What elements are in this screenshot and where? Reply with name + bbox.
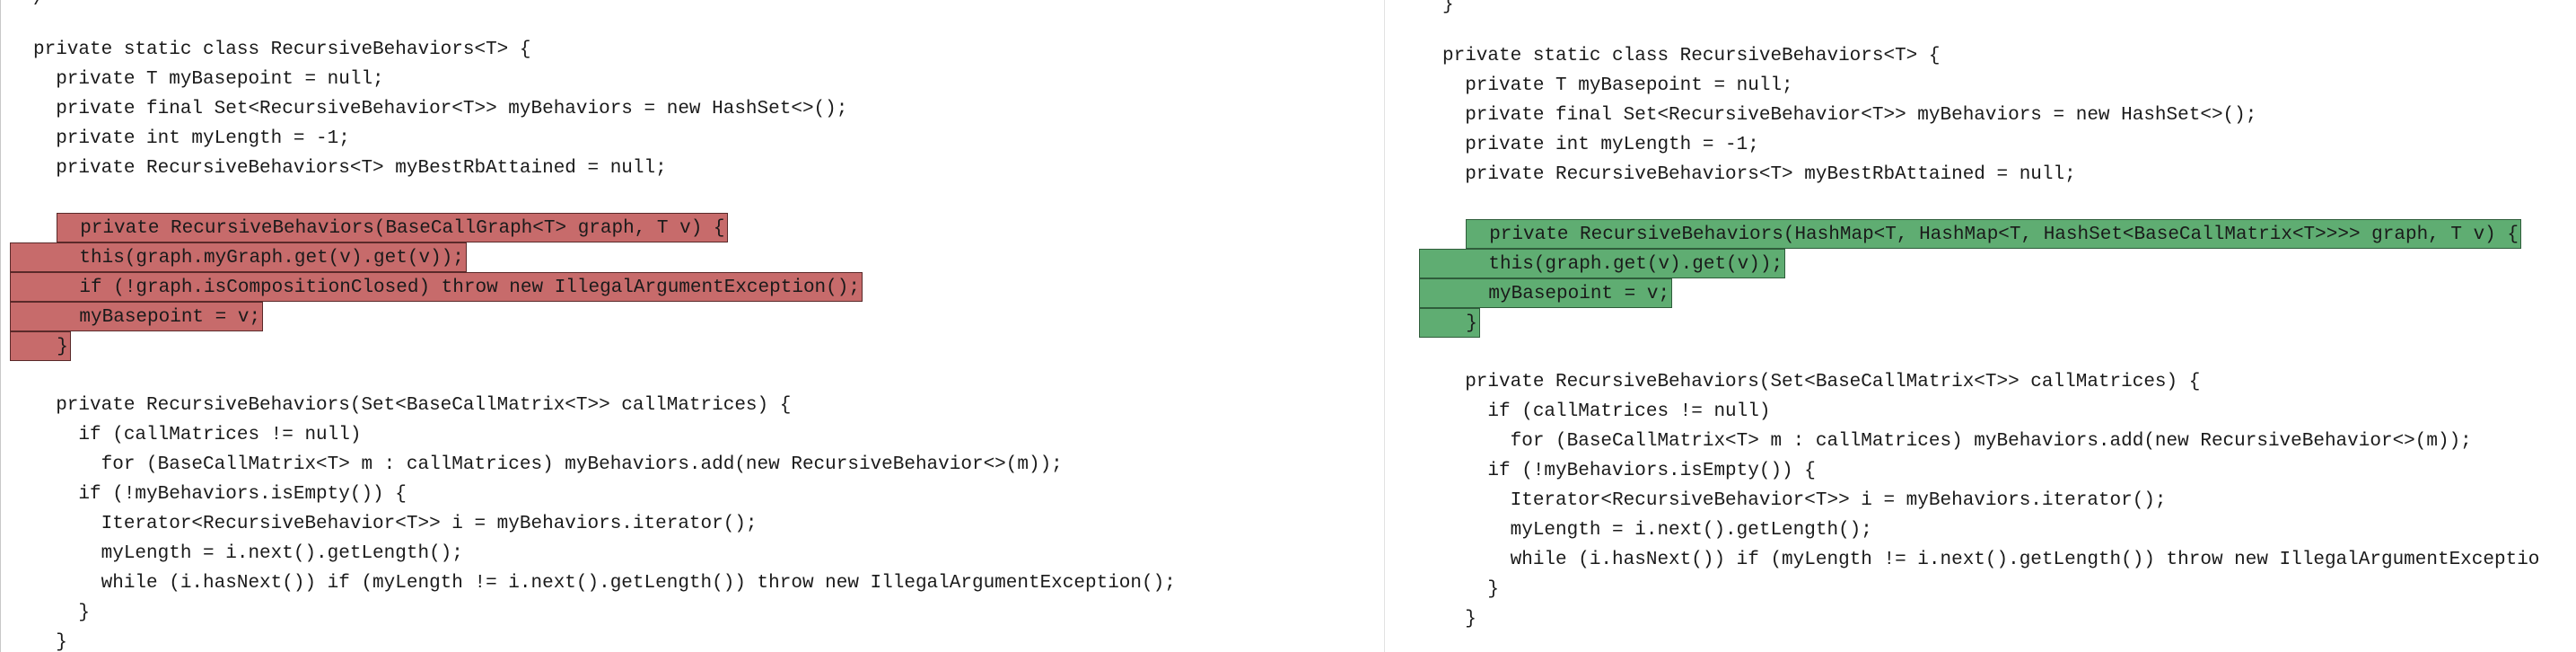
left-code-line-15: for (BaseCallMatrix<T> m : callMatrices)… (33, 454, 1063, 475)
right-code-line-16: Iterator<RecursiveBehavior<T>> i = myBeh… (1442, 490, 2167, 511)
deleted-line-close-brace: } (10, 331, 71, 361)
left-code-line-17: Iterator<RecursiveBehavior<T>> i = myBeh… (33, 514, 758, 534)
added-line-close-brace: } (1419, 308, 1480, 338)
right-code-line-17: myLength = i.next().getLength(); (1442, 520, 1872, 541)
left-code-line-18: myLength = i.next().getLength(); (33, 543, 463, 564)
added-line-constructor: private RecursiveBehaviors(HashMap<T, Ha… (1466, 219, 2521, 249)
left-code-line-5: private RecursiveBehaviors<T> myBestRbAt… (33, 158, 667, 179)
left-code-line-1: private static class RecursiveBehaviors<… (33, 40, 531, 60)
right-code-line-2: private T myBasepoint = null; (1442, 75, 1793, 96)
right-code-line-20: } (1442, 609, 1476, 630)
left-code-line-21: } (33, 632, 67, 652)
right-code-line-4: private int myLength = -1; (1442, 135, 1759, 155)
left-code-line-14: if (callMatrices != null) (33, 425, 362, 445)
right-code-line-19: } (1442, 579, 1500, 600)
deleted-line-composition-check: if (!graph.isCompositionClosed) throw ne… (10, 272, 863, 302)
added-line-this-call: this(graph.get(v).get(v)); (1419, 249, 1786, 278)
deleted-line-this-call: this(graph.myGraph.get(v).get(v)); (10, 242, 467, 272)
added-line-basepoint: myBasepoint = v; (1419, 278, 1673, 308)
left-diff-pane: / private static class RecursiveBehavior… (0, 0, 1384, 652)
right-code-line-14: for (BaseCallMatrix<T> m : callMatrices)… (1442, 431, 2472, 452)
right-code-line-5: private RecursiveBehaviors<T> myBestRbAt… (1442, 164, 2076, 185)
right-code-line-1: private static class RecursiveBehaviors<… (1442, 46, 1941, 66)
right-top-fragment: } (1442, 0, 1454, 15)
left-code-line-13: private RecursiveBehaviors(Set<BaseCallM… (33, 395, 792, 416)
left-code-line-3: private final Set<RecursiveBehavior<T>> … (33, 99, 848, 119)
left-top-fragment: / (33, 0, 45, 11)
right-code-line-18: while (i.hasNext()) if (myLength != i.ne… (1442, 550, 2540, 570)
left-code-line-19: while (i.hasNext()) if (myLength != i.ne… (33, 573, 1176, 594)
left-code-line-2: private T myBasepoint = null; (33, 69, 384, 90)
right-code-line-3: private final Set<RecursiveBehavior<T>> … (1442, 105, 2257, 126)
left-code-line-16: if (!myBehaviors.isEmpty()) { (33, 484, 407, 505)
deleted-line-basepoint: myBasepoint = v; (10, 302, 264, 331)
right-code-line-13: if (callMatrices != null) (1442, 401, 1771, 422)
right-diff-pane: } private static class RecursiveBehavior… (1384, 0, 2576, 652)
right-code-line-12: private RecursiveBehaviors(Set<BaseCallM… (1442, 372, 2201, 392)
right-code-line-15: if (!myBehaviors.isEmpty()) { (1442, 461, 1816, 481)
left-code-line-4: private int myLength = -1; (33, 128, 350, 149)
left-code-line-20: } (33, 603, 91, 623)
deleted-line-constructor: private RecursiveBehaviors(BaseCallGraph… (57, 213, 728, 242)
